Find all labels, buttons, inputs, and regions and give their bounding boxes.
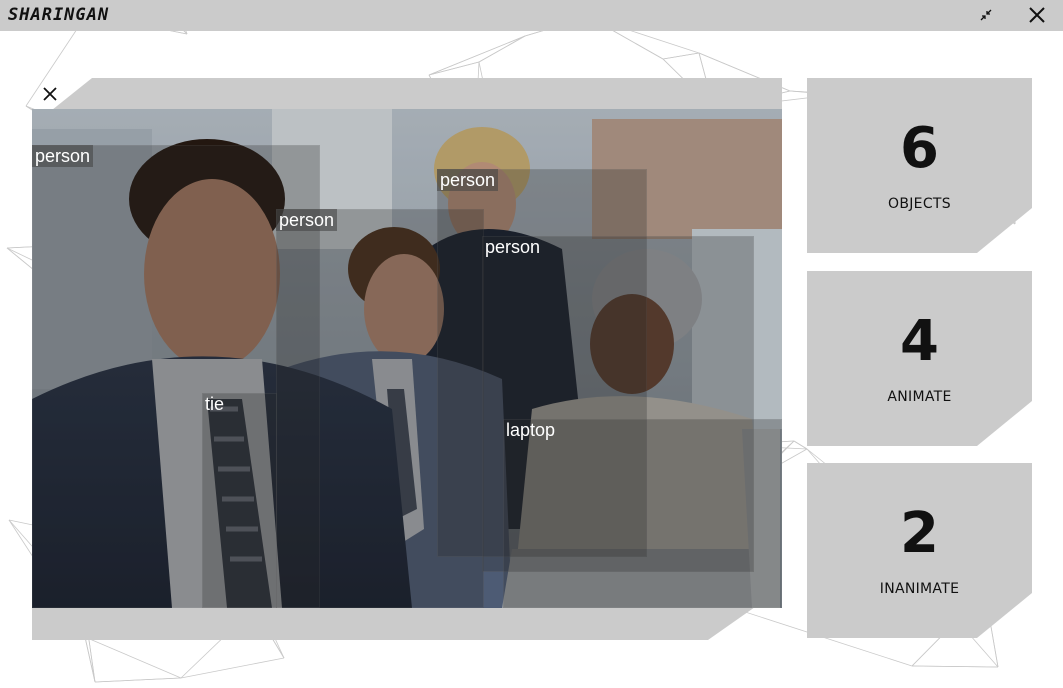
detection-label: tie <box>205 394 225 414</box>
detection-label: person <box>485 237 541 257</box>
inanimate-count-card: 2 INANIMATE <box>807 463 1032 638</box>
inanimate-label: INANIMATE <box>879 581 960 597</box>
title-bar: SHARINGAN <box>0 0 1063 31</box>
detection-label: person <box>276 209 338 231</box>
detection-label: person <box>32 145 94 167</box>
detection-label: person <box>437 169 499 191</box>
analyzed-photo: person person person person tie laptop <box>32 109 782 608</box>
objects-count-card: 6 OBJECTS <box>807 78 1032 253</box>
app-title: SHARINGAN <box>8 5 110 25</box>
detection-box-tie[interactable]: tie <box>202 393 277 608</box>
detection-label: laptop <box>506 420 556 440</box>
close-x-icon <box>1029 7 1045 23</box>
close-x-icon <box>43 87 57 101</box>
detection-box-laptop[interactable]: laptop <box>503 419 782 608</box>
inanimate-count: 2 <box>900 501 939 566</box>
minimize-button[interactable] <box>973 2 999 28</box>
animate-count: 4 <box>900 309 939 374</box>
close-image-button[interactable] <box>40 84 60 104</box>
close-window-button[interactable] <box>1024 2 1050 28</box>
animate-count-card: 4 ANIMATE <box>807 271 1032 446</box>
animate-label: ANIMATE <box>887 389 952 405</box>
collapse-arrows-icon <box>980 9 992 21</box>
objects-label: OBJECTS <box>888 196 951 212</box>
objects-count: 6 <box>900 116 939 181</box>
